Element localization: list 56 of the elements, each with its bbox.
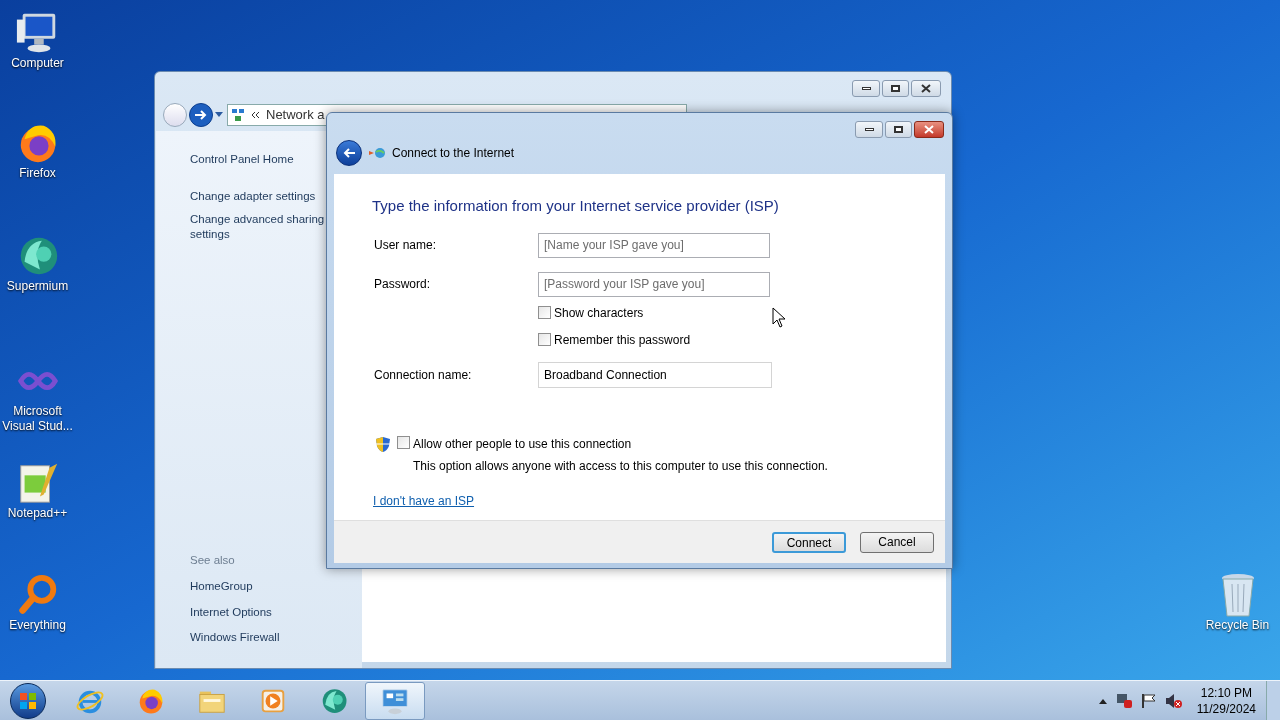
network-error-icon[interactable] (1114, 692, 1133, 709)
shield-icon (375, 435, 391, 453)
minimize-button[interactable] (852, 80, 880, 97)
checkbox-label[interactable]: Show characters (554, 303, 644, 322)
forward-button[interactable] (189, 103, 213, 127)
maximize-button[interactable] (882, 80, 909, 97)
show-desktop-button[interactable] (1266, 680, 1280, 720)
mouse-pointer-icon (772, 307, 787, 328)
input-field[interactable]: [Name your ISP gave you] (538, 232, 770, 258)
field-label: User name: (373, 237, 438, 254)
close-button[interactable] (914, 121, 944, 138)
maximize-button[interactable] (885, 121, 912, 138)
sidebar-link[interactable]: Internet Options (190, 603, 358, 621)
desktop-shortcut[interactable]: Notepad++ (0, 460, 75, 521)
input-field[interactable]: [Password your ISP gave you] (538, 271, 770, 297)
field-label: Password: (373, 276, 432, 293)
caret-icon[interactable] (215, 112, 223, 118)
sidebar-link[interactable]: HomeGroup (190, 578, 358, 596)
windows-logo-icon (19, 691, 37, 710)
close-button[interactable] (911, 80, 941, 97)
sidebar-link[interactable]: Windows Firewall (190, 628, 358, 646)
minimize-button[interactable] (855, 121, 883, 138)
cancel-button[interactable]: Cancel (860, 531, 934, 553)
checkbox[interactable] (538, 306, 551, 319)
field-label: Connection name: (373, 366, 473, 384)
arrow-right-icon (194, 109, 208, 121)
show-hidden-icons-icon[interactable] (1098, 697, 1107, 704)
close-icon (921, 84, 931, 93)
desktop-shortcut[interactable]: Firefox (0, 120, 75, 181)
dialog-title: Connect to the Internet (392, 145, 515, 162)
close-icon (924, 125, 934, 134)
desktop-shortcut[interactable]: Supermium (0, 233, 75, 294)
taskbar-button[interactable] (365, 681, 425, 720)
checkbox-label[interactable]: Allow other people to use this connection (413, 434, 828, 453)
network-icon (231, 108, 245, 122)
clock[interactable]: 12:10 PM 11/29/2024 (1196, 684, 1256, 717)
desktop-shortcut[interactable]: Everything (0, 572, 75, 633)
dialog-heading: Type the information from your Internet service provider (ISP) (372, 196, 780, 216)
connect-button[interactable]: Connect (772, 531, 846, 553)
muted-speaker-icon[interactable] (1164, 692, 1183, 709)
flag-icon[interactable] (1140, 692, 1157, 709)
address-text: Network a (266, 106, 325, 125)
desktop-shortcut[interactable]: Microsoft Visual Stud... (0, 358, 75, 434)
option-description: This option allows anyone with access to this computer to use this connection. (413, 457, 828, 475)
globe-icon (368, 146, 386, 160)
input-field[interactable]: Broadband Connection (538, 361, 772, 388)
checkbox-label[interactable]: Remember this password (554, 330, 691, 349)
start-button[interactable] (10, 682, 46, 719)
checkbox[interactable] (538, 333, 551, 346)
desktop-shortcut[interactable]: Computer (0, 10, 75, 71)
back-button[interactable] (336, 140, 362, 166)
arrow-left-icon (342, 147, 356, 159)
checkbox[interactable] (397, 435, 410, 449)
section-heading: See also (190, 553, 236, 568)
chevron-icon (251, 111, 260, 119)
no-isp-link[interactable]: I don't have an ISP (373, 491, 475, 510)
